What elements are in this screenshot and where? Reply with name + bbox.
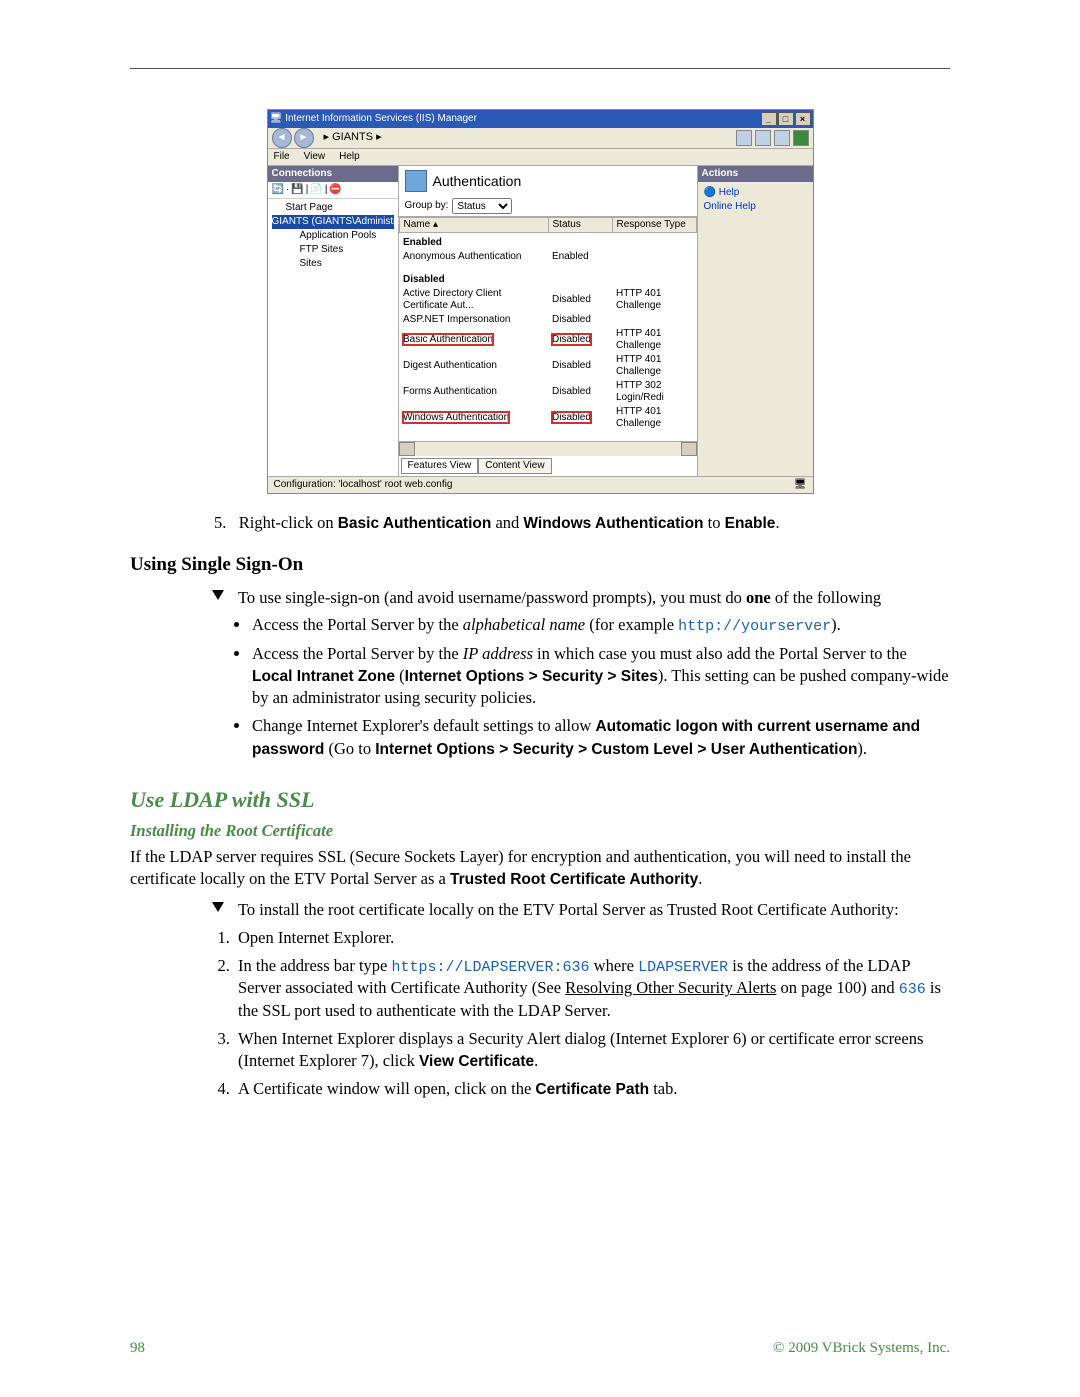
col-name[interactable]: Name ▴: [399, 218, 548, 233]
ldap-steps: Open Internet Explorer. In the address b…: [130, 924, 950, 1104]
main-panel: Authentication Group by: Status Name ▴ S…: [399, 166, 698, 476]
table-row[interactable]: Anonymous Authentication Enabled: [399, 250, 696, 264]
table-row[interactable]: Digest Authentication Disabled HTTP 401 …: [399, 353, 696, 379]
menu-help[interactable]: Help: [339, 151, 360, 163]
list-item: To use single-sign-on (and avoid usernam…: [212, 584, 950, 612]
menu-file[interactable]: File: [274, 151, 290, 163]
toolbar-icon[interactable]: [774, 130, 790, 146]
breadcrumb[interactable]: ▸ GIANTS ▸: [324, 131, 382, 144]
actions-header: Actions: [698, 166, 813, 182]
page-icon[interactable]: 📄: [310, 184, 322, 196]
save-icon[interactable]: 💾: [291, 184, 303, 196]
view-tabs: Features View Content View: [399, 456, 697, 476]
list-item: In the address bar type https://LDAPSERV…: [234, 952, 950, 1025]
page-footer: 98 © 2009 VBrick Systems, Inc.: [130, 1340, 950, 1357]
sso-lead-list: To use single-sign-on (and avoid usernam…: [130, 584, 950, 612]
list-item: Access the Portal Server by the alphabet…: [230, 611, 950, 640]
toolbar-icon[interactable]: [755, 130, 771, 146]
heading-ldap-ssl: Use LDAP with SSL: [130, 785, 950, 814]
heading-root-cert: Installing the Root Certificate: [130, 820, 950, 842]
ldap-intro-para: If the LDAP server requires SSL (Secure …: [130, 846, 950, 890]
group-disabled: Disabled: [399, 264, 696, 287]
group-enabled: Enabled: [399, 233, 696, 251]
table-row-win-auth[interactable]: Windows Authentication Disabled HTTP 401…: [399, 405, 696, 431]
top-rule: [130, 68, 950, 69]
scroll-left-button[interactable]: [399, 442, 415, 456]
tree-server[interactable]: GIANTS (GIANTS\Administrator): [272, 215, 394, 229]
step-5: 5. Right-click on Basic Authentication a…: [130, 512, 950, 534]
tree-ftp[interactable]: FTP Sites: [272, 243, 394, 257]
tab-features[interactable]: Features View: [401, 458, 479, 474]
list-item: To install the root certificate locally …: [212, 896, 950, 924]
menu-bar: File View Help: [268, 149, 813, 166]
page-number: 98: [130, 1340, 145, 1357]
list-item: When Internet Explorer displays a Securi…: [234, 1025, 950, 1075]
actions-help-link[interactable]: 🔵 Help: [704, 186, 807, 200]
page: 🖥 Internet Information Services (IIS) Ma…: [0, 0, 1080, 1397]
authentication-icon: [405, 170, 427, 192]
nav-bar: ◄ ► ▸ GIANTS ▸: [268, 128, 813, 149]
groupby-label: Group by:: [405, 200, 449, 212]
connections-header: Connections: [268, 166, 398, 182]
window-close-button[interactable]: ×: [795, 112, 811, 126]
groupby-row: Group by: Status: [399, 196, 697, 216]
col-response[interactable]: Response Type: [612, 218, 696, 233]
table-row[interactable]: Forms Authentication Disabled HTTP 302 L…: [399, 379, 696, 405]
status-bar: Configuration: 'localhost' root web.conf…: [268, 476, 813, 493]
window-app-icon: 🖥: [270, 113, 283, 125]
list-item: A Certificate window will open, click on…: [234, 1075, 950, 1103]
window-titlebar: 🖥 Internet Information Services (IIS) Ma…: [268, 110, 813, 128]
window-max-button[interactable]: □: [778, 112, 794, 126]
window-title: Internet Information Services (IIS) Mana…: [282, 113, 759, 125]
tree-start-page[interactable]: Start Page: [272, 201, 394, 215]
actions-panel: Actions 🔵 Help Online Help: [698, 166, 813, 476]
heading-sso: Using Single Sign-On: [130, 552, 950, 577]
stop-icon[interactable]: ⛔: [329, 184, 341, 196]
status-text: Configuration: 'localhost' root web.conf…: [274, 479, 453, 491]
copyright: © 2009 VBrick Systems, Inc.: [773, 1340, 950, 1357]
connections-tree[interactable]: Start Page GIANTS (GIANTS\Administrator)…: [268, 199, 398, 273]
main-title: Authentication: [433, 173, 522, 190]
list-item: Access the Portal Server by the IP addre…: [230, 640, 950, 712]
iis-screenshot: 🖥 Internet Information Services (IIS) Ma…: [267, 109, 814, 494]
tree-appools[interactable]: Application Pools: [272, 229, 394, 243]
list-item: Change Internet Explorer's default setti…: [230, 712, 950, 763]
menu-view[interactable]: View: [304, 151, 326, 163]
table-row[interactable]: Active Directory Client Certificate Aut.…: [399, 287, 696, 313]
connections-toolbar: 🔄· 💾| 📄| ⛔: [268, 182, 398, 199]
groupby-select[interactable]: Status: [452, 198, 512, 214]
status-icon: 🖥: [794, 479, 807, 491]
scroll-right-button[interactable]: [681, 442, 697, 456]
refresh-icon[interactable]: 🔄: [272, 184, 284, 196]
auth-table: Name ▴ Status Response Type Enabled Anon…: [399, 216, 697, 441]
tree-sites[interactable]: Sites: [272, 257, 394, 271]
nav-back-button[interactable]: ◄: [272, 128, 292, 148]
help-icon[interactable]: [793, 130, 809, 146]
main-heading: Authentication: [399, 166, 697, 196]
col-status[interactable]: Status: [548, 218, 612, 233]
document-body: 5. Right-click on Basic Authentication a…: [130, 512, 950, 1104]
ldap-lead-list: To install the root certificate locally …: [130, 896, 950, 924]
nav-fwd-button[interactable]: ►: [294, 128, 314, 148]
list-item: Open Internet Explorer.: [234, 924, 950, 952]
sso-sub-list: Access the Portal Server by the alphabet…: [130, 611, 950, 763]
table-header-row: Name ▴ Status Response Type: [399, 218, 696, 233]
toolbar-icon[interactable]: [736, 130, 752, 146]
table-row-basic-auth[interactable]: Basic Authentication Disabled HTTP 401 C…: [399, 327, 696, 353]
tab-content[interactable]: Content View: [478, 458, 551, 474]
actions-online-help-link[interactable]: Online Help: [704, 200, 807, 214]
h-scrollbar[interactable]: [399, 441, 697, 456]
connections-panel: Connections 🔄· 💾| 📄| ⛔ Start Page GIANTS…: [268, 166, 399, 476]
table-row[interactable]: ASP.NET Impersonation Disabled: [399, 313, 696, 327]
window-min-button[interactable]: _: [761, 112, 777, 126]
